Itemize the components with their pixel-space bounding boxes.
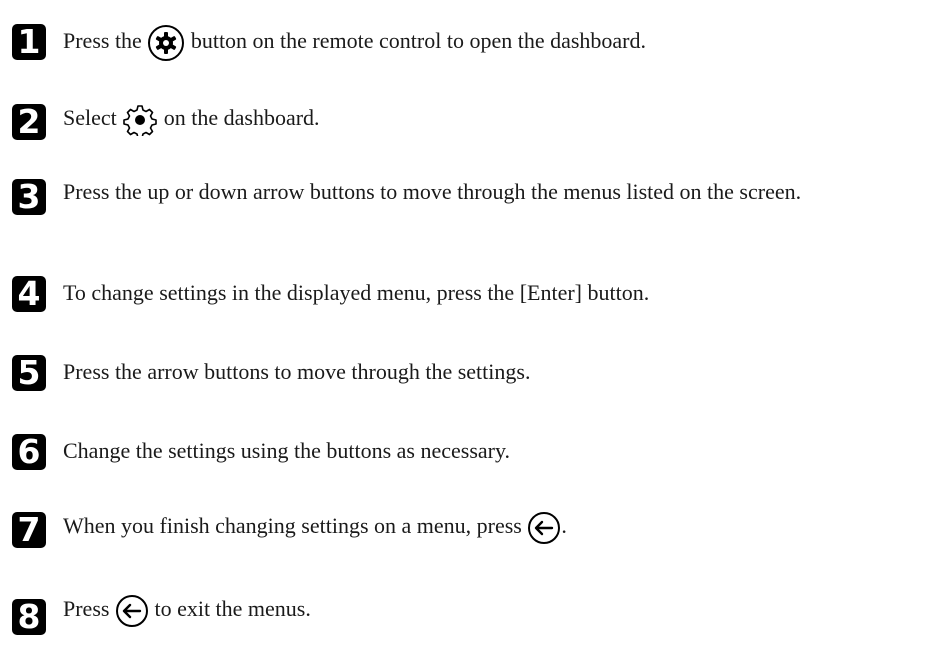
back-arrow-icon bbox=[115, 594, 149, 628]
step-text-after: to exit the menus. bbox=[154, 596, 311, 621]
step-text: Press the button on the remote control t… bbox=[63, 24, 933, 62]
step-text: To change settings in the displayed menu… bbox=[63, 280, 650, 305]
step-text-before: Select bbox=[63, 105, 117, 130]
step-number-badge: 3 bbox=[12, 179, 46, 215]
gear-button-icon bbox=[147, 24, 185, 62]
step-text-before: Press bbox=[63, 596, 110, 621]
back-arrow-icon bbox=[527, 511, 561, 545]
step-number-badge: 8 bbox=[12, 599, 46, 635]
settings-cog-icon bbox=[122, 104, 158, 136]
step-text: Select on the dashboard. bbox=[63, 102, 933, 136]
step-number-badge: 6 bbox=[12, 434, 46, 470]
step-number-badge: 1 bbox=[12, 24, 46, 60]
step-number-badge: 7 bbox=[12, 512, 46, 548]
step-number-badge: 2 bbox=[12, 104, 46, 140]
step-text: Press the up or down arrow buttons to mo… bbox=[63, 179, 802, 204]
step-number-badge: 5 bbox=[12, 355, 46, 391]
step-text-before: Press the bbox=[63, 28, 142, 54]
step-text: Change the settings using the buttons as… bbox=[63, 438, 511, 463]
step-text: Press the arrow buttons to move through … bbox=[63, 359, 531, 384]
step-text-after: . bbox=[561, 513, 567, 538]
step-text-before: When you finish changing settings on a m… bbox=[63, 513, 522, 538]
step-text-after: on the dashboard. bbox=[163, 105, 320, 130]
step-text: When you finish changing settings on a m… bbox=[63, 510, 933, 545]
step-text: Press to exit the menus. bbox=[63, 593, 933, 628]
step-number-badge: 4 bbox=[12, 276, 46, 312]
step-text-after: button on the remote control to open the… bbox=[190, 28, 646, 54]
